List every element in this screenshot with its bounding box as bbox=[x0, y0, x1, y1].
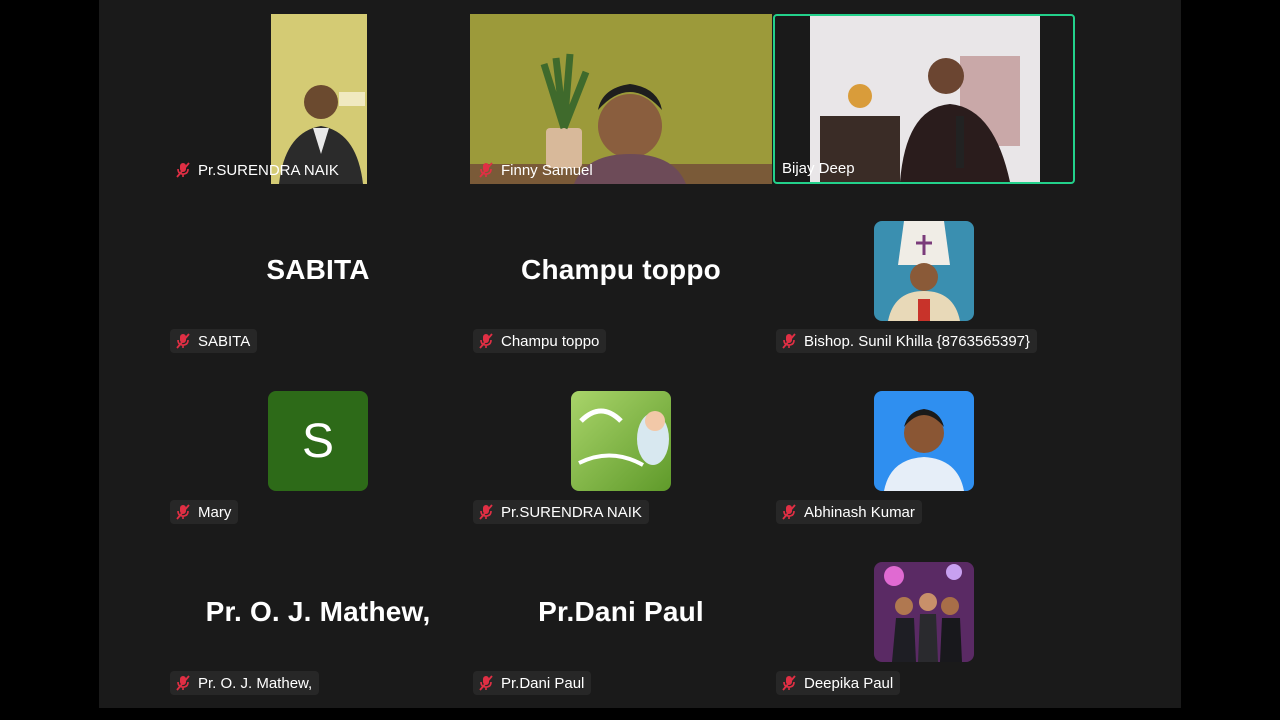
mic-off-icon bbox=[477, 674, 495, 692]
mic-off-icon bbox=[477, 332, 495, 350]
participant-name-label: Bijay Deep bbox=[778, 156, 862, 180]
participant-name: Pr.SURENDRA NAIK bbox=[501, 503, 642, 521]
participant-name: Pr.SURENDRA NAIK bbox=[198, 161, 339, 179]
participant-photo bbox=[571, 391, 671, 491]
participant-tile-finny-video[interactable]: Finny Samuel bbox=[470, 14, 772, 184]
participant-name: Bishop. Sunil Khilla {8763565397} bbox=[804, 332, 1031, 350]
participant-tile-bishop-sunil[interactable]: Bishop. Sunil Khilla {8763565397} bbox=[773, 185, 1075, 355]
mic-off-icon bbox=[174, 503, 192, 521]
participant-tile-deepika[interactable]: Deepika Paul bbox=[773, 527, 1075, 697]
mic-off-icon bbox=[174, 674, 192, 692]
participant-tile-abhinash[interactable]: Abhinash Kumar bbox=[773, 356, 1075, 526]
participant-name-label: Champu toppo bbox=[473, 329, 607, 353]
participant-name-label: SABITA bbox=[170, 329, 258, 353]
initial-avatar: S bbox=[268, 391, 368, 491]
avatar-initial: S bbox=[301, 414, 334, 468]
participant-name-label: Pr.SURENDRA NAIK bbox=[473, 500, 649, 524]
participant-photo bbox=[874, 562, 974, 662]
participant-name-label: Pr. O. J. Mathew, bbox=[170, 671, 320, 695]
participant-name-label: Mary bbox=[170, 500, 239, 524]
participant-name: SABITA bbox=[198, 332, 251, 350]
participant-name: Champu toppo bbox=[501, 332, 600, 350]
participant-name: Pr. O. J. Mathew, bbox=[198, 674, 313, 692]
participant-tile-oj-mathew[interactable]: Pr. O. J. Mathew, Pr. O. J. Mathew, bbox=[167, 527, 469, 697]
participant-name-label: Deepika Paul bbox=[776, 671, 901, 695]
participant-tile-champu[interactable]: Champu toppo Champu toppo bbox=[470, 185, 772, 355]
participant-name-label: Finny Samuel bbox=[473, 158, 600, 182]
participant-name-label: Bishop. Sunil Khilla {8763565397} bbox=[776, 329, 1038, 353]
participant-tile-dani-paul[interactable]: Pr.Dani Paul Pr.Dani Paul bbox=[470, 527, 772, 697]
participant-photo bbox=[874, 221, 974, 321]
mic-off-icon bbox=[174, 332, 192, 350]
participant-name: Finny Samuel bbox=[501, 161, 593, 179]
participant-tile-surendra-photo[interactable]: Pr.SURENDRA NAIK bbox=[470, 356, 772, 526]
mic-off-icon bbox=[780, 674, 798, 692]
participant-name: Deepika Paul bbox=[804, 674, 894, 692]
mic-off-icon bbox=[477, 503, 495, 521]
participant-name-label: Abhinash Kumar bbox=[776, 500, 922, 524]
participant-photo-image bbox=[874, 221, 974, 321]
participant-tile-mary[interactable]: S Mary bbox=[167, 356, 469, 526]
participant-name-label: Pr.Dani Paul bbox=[473, 671, 592, 695]
participant-name-label: Pr.SURENDRA NAIK bbox=[170, 158, 346, 182]
mic-off-icon bbox=[780, 332, 798, 350]
participant-name: Mary bbox=[198, 503, 232, 521]
mic-off-icon bbox=[477, 161, 495, 179]
participant-photo-image bbox=[874, 562, 974, 662]
participant-photo bbox=[874, 391, 974, 491]
participant-photo-image bbox=[571, 391, 671, 491]
participant-name: Pr.Dani Paul bbox=[501, 674, 585, 692]
participant-name: Abhinash Kumar bbox=[804, 503, 915, 521]
participant-tile-surendra-video[interactable]: Pr.SURENDRA NAIK bbox=[167, 14, 469, 184]
participant-tile-sabita[interactable]: SABITA SABITA bbox=[167, 185, 469, 355]
mic-off-icon bbox=[174, 161, 192, 179]
mic-off-icon bbox=[780, 503, 798, 521]
participant-name: Bijay Deep bbox=[782, 159, 855, 177]
participant-tile-bijay-video[interactable]: Bijay Deep bbox=[773, 14, 1075, 184]
participant-photo-image bbox=[874, 391, 974, 491]
gallery-view: Pr.SURENDRA NAIK Finny Samuel Bijay Deep… bbox=[99, 0, 1181, 708]
